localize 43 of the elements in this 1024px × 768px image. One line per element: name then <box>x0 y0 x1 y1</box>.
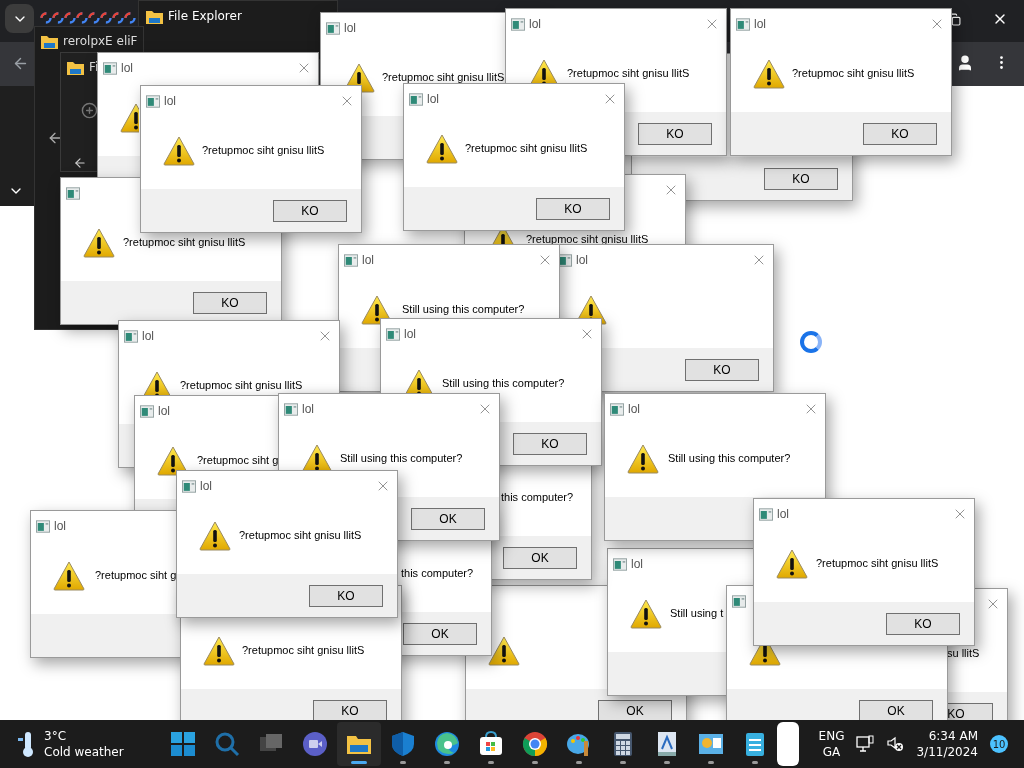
dialog-message: Still using this computer? <box>402 302 525 316</box>
dialog-title: lol <box>164 93 176 110</box>
dialog-title: lol <box>54 518 66 535</box>
dialog-message: ?retupmoc siht g <box>197 453 279 467</box>
dialog-message: ?retupmoc siht gnisu llitS <box>792 66 915 80</box>
dialog-message: ?retupmoc siht gnisu llitS <box>180 378 303 392</box>
dialog-title: lol <box>362 252 374 269</box>
dialog-message: ?retupmoc siht gnisu llitS <box>816 556 939 570</box>
dialog-message: su llitS <box>947 646 980 660</box>
dialog-title: lol <box>576 252 588 269</box>
window-title: rerolpxE eliF <box>63 33 138 50</box>
dialog-title: lol <box>631 556 643 573</box>
dialog-title: lol <box>404 326 416 343</box>
dialog-message: ?retupmoc siht gnisu llitS <box>382 70 505 84</box>
dialog-title: lol <box>628 401 640 418</box>
dialog-title: lol <box>754 16 766 33</box>
weather-text: Cold weather <box>44 744 124 760</box>
dialog-message: ?retupmoc siht gnisu llitS <box>123 235 246 249</box>
dialog-message: ?retupmoc siht gnisu llitS <box>567 66 690 80</box>
dialog-title: lol <box>121 60 133 77</box>
dialog-message: ?retupmoc siht gnisu llitS <box>239 528 362 542</box>
window-title: File Explorer <box>168 8 242 25</box>
dialog-message: ?retupmoc siht gnisu llitS <box>202 143 325 157</box>
dialog-message: Still using this computer? <box>668 451 791 465</box>
dialog-title: lol <box>344 20 356 37</box>
dialog-title: lol <box>302 401 314 418</box>
dialog-message: ?retupmoc siht gnisu llitS <box>465 141 588 155</box>
dialog-message: this computer? <box>401 566 474 580</box>
dialog-message: ?retupmoc siht gnisu llitS <box>526 232 649 246</box>
dialog-title: lol <box>142 328 154 345</box>
temperature-text: 3°C <box>44 728 67 744</box>
dialog-message: Still using this computer? <box>442 376 565 390</box>
dialog-message: ?retupmoc siht g <box>95 568 177 582</box>
dialog-message: Still using this computer? <box>340 451 463 465</box>
dialog-title: lol <box>427 91 439 108</box>
dialog-message: ?retupmoc siht gnisu llitS <box>242 643 365 657</box>
dialog-title: lol <box>200 478 212 495</box>
dialog-title: lol <box>777 506 789 523</box>
dialog-title: lol <box>529 16 541 33</box>
dialog-message: Still using t <box>670 606 724 620</box>
dialog-title: lol <box>158 403 170 420</box>
dialog-message: this computer? <box>501 490 574 504</box>
window-title: Fi <box>89 59 99 76</box>
